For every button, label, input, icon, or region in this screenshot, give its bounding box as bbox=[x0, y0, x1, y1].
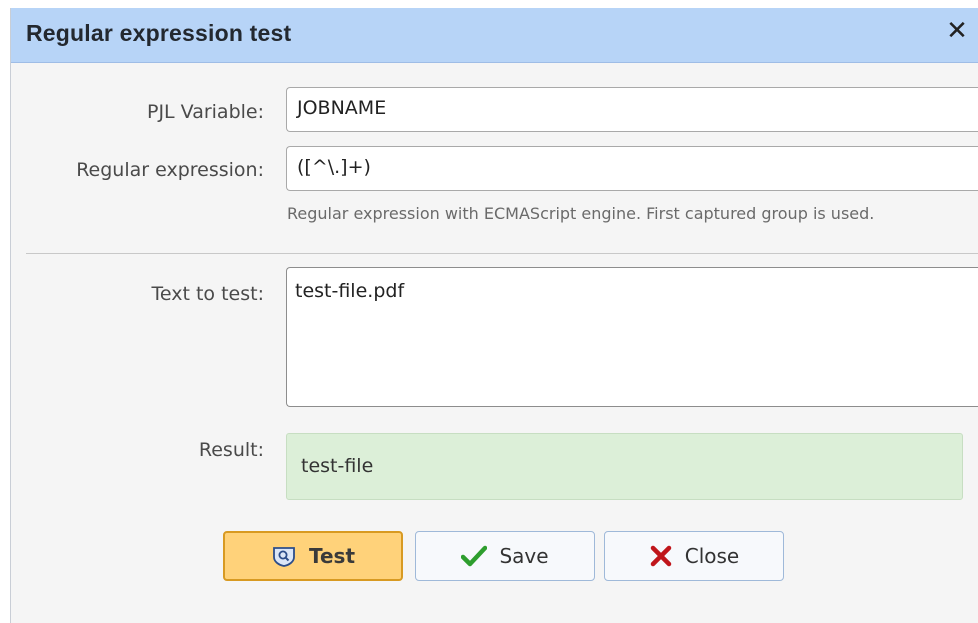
test-button-label: Test bbox=[308, 544, 355, 568]
test-button[interactable]: Test bbox=[223, 531, 403, 581]
close-button[interactable]: Close bbox=[604, 531, 784, 581]
search-shield-icon bbox=[271, 545, 297, 567]
dialog-titlebar: Regular expression test ✕ bbox=[11, 8, 978, 63]
section-divider bbox=[26, 253, 978, 254]
regular-expression-hint: Regular expression with ECMAScript engin… bbox=[287, 204, 875, 223]
result-label: Result: bbox=[198, 439, 264, 461]
checkmark-icon bbox=[461, 545, 488, 567]
save-button-label: Save bbox=[499, 544, 549, 568]
result-output: test-file bbox=[286, 433, 963, 500]
text-to-test-textarea[interactable]: test-file.pdf bbox=[286, 267, 978, 407]
regex-test-dialog: Regular expression test ✕ PJL Variable: … bbox=[10, 8, 978, 623]
save-button[interactable]: Save bbox=[415, 531, 595, 581]
dialog-title: Regular expression test bbox=[26, 20, 292, 46]
pjl-variable-input[interactable]: JOBNAME bbox=[286, 87, 978, 132]
red-x-icon bbox=[649, 545, 673, 567]
close-button-label: Close bbox=[684, 544, 740, 568]
close-dialog-icon[interactable]: ✕ bbox=[946, 18, 968, 44]
pjl-variable-label: PJL Variable: bbox=[146, 101, 264, 123]
text-to-test-label: Text to test: bbox=[151, 283, 264, 305]
regular-expression-label: Regular expression: bbox=[76, 159, 264, 181]
regular-expression-input[interactable]: ([^\.]+) bbox=[286, 146, 978, 191]
